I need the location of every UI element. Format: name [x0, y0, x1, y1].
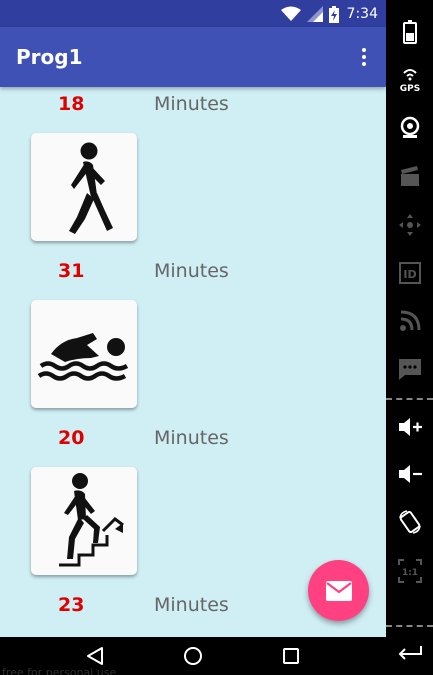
walking-tile[interactable]	[31, 133, 137, 241]
watermark: free for personal use	[2, 666, 117, 675]
dpad-icon	[399, 214, 421, 236]
more-vert-icon[interactable]	[356, 45, 372, 69]
return-icon	[398, 646, 422, 660]
clapperboard-icon	[401, 166, 419, 186]
id-icon: ID	[399, 262, 421, 284]
scale-button[interactable]: 1:1	[395, 556, 425, 586]
volume-up-icon	[399, 418, 422, 436]
return-button[interactable]	[395, 637, 425, 667]
minutes-value: 31	[58, 260, 85, 282]
app-title: Prog1	[16, 45, 83, 69]
sms-icon	[399, 359, 421, 380]
stair-climbing-icon	[59, 473, 124, 567]
battery-icon	[403, 20, 417, 44]
stair-climbing-tile[interactable]	[31, 467, 137, 575]
rotate-icon	[399, 510, 421, 534]
scale-icon: 1:1	[398, 559, 422, 583]
status-time: 7:34	[346, 6, 378, 22]
volume-down-icon	[399, 465, 422, 483]
battery-charging-icon	[328, 5, 339, 23]
cell-signal-icon	[306, 6, 323, 22]
gps-icon: GPS	[400, 69, 420, 93]
minutes-value: 20	[58, 427, 85, 449]
list-item: 31 Minutes	[0, 260, 386, 286]
clapperboard-button[interactable]	[395, 161, 425, 191]
wifi-icon	[280, 6, 301, 21]
list-item: 20 Minutes	[0, 427, 386, 453]
recents-icon	[283, 648, 299, 664]
home-icon	[184, 647, 202, 665]
sms-button[interactable]	[395, 354, 425, 384]
rss-icon	[400, 310, 421, 331]
toolbar-divider	[386, 398, 433, 400]
minutes-value: 18	[58, 93, 85, 115]
minutes-label: Minutes	[154, 93, 229, 115]
rotate-button[interactable]	[395, 507, 425, 537]
minutes-value: 23	[58, 594, 85, 616]
minutes-label: Minutes	[154, 594, 229, 616]
walking-icon	[69, 142, 113, 234]
id-label: ID	[403, 268, 416, 281]
dpad-button[interactable]	[395, 210, 425, 240]
camera-icon	[400, 116, 420, 138]
minutes-label: Minutes	[154, 427, 229, 449]
email-icon	[325, 580, 352, 601]
volume-up-button[interactable]	[395, 412, 425, 442]
camera-button[interactable]	[395, 112, 425, 142]
swimming-icon	[37, 333, 129, 381]
back-icon	[87, 647, 103, 665]
activity-list[interactable]: 18 Minutes 31 Minutes 20 Minutes 23 Minu…	[0, 87, 386, 637]
email-fab-button[interactable]	[308, 560, 369, 621]
gps-button[interactable]: GPS	[395, 64, 425, 94]
phone-screen: 7:34 Prog1 18 Minutes 31 Minutes 20 Minu…	[0, 0, 386, 675]
home-button[interactable]	[173, 641, 213, 671]
list-item: 18 Minutes	[0, 93, 386, 119]
status-icons: 7:34	[280, 4, 378, 24]
recents-button[interactable]	[271, 641, 311, 671]
id-button[interactable]: ID	[395, 258, 425, 288]
volume-down-button[interactable]	[395, 459, 425, 489]
rss-button[interactable]	[395, 306, 425, 336]
status-bar: 7:34	[0, 0, 386, 27]
emulator-toolbar: GPS ID 1:1	[386, 0, 433, 675]
app-bar: Prog1	[0, 27, 386, 87]
gps-label: GPS	[400, 84, 420, 93]
swimming-tile[interactable]	[31, 300, 137, 408]
battery-button[interactable]	[395, 17, 425, 47]
scale-label: 1:1	[402, 568, 418, 578]
minutes-label: Minutes	[154, 260, 229, 282]
toolbar-divider	[386, 625, 433, 627]
